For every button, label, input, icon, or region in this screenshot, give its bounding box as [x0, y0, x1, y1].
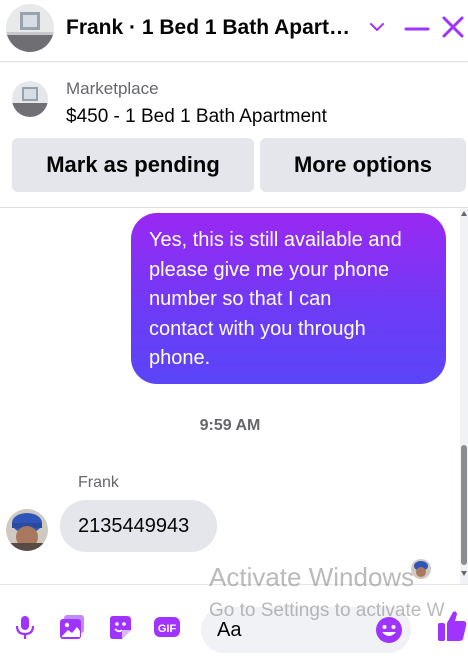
chevron-down-icon[interactable] [368, 18, 386, 36]
sticker-icon[interactable] [106, 613, 134, 641]
photo-icon[interactable] [58, 613, 86, 641]
listing-title[interactable]: $450 - 1 Bed 1 Bath Apartment [66, 106, 327, 128]
more-options-button[interactable]: More options [260, 138, 466, 192]
gif-label: GIF [158, 623, 177, 635]
message-timestamp: 9:59 AM [199, 417, 261, 434]
message-list[interactable]: Yes, this is still available and please … [0, 209, 460, 584]
outgoing-message-line: contact with you through [149, 317, 366, 340]
outgoing-message-line: phone. [149, 347, 211, 369]
message-scrollbar[interactable] [460, 209, 468, 584]
activate-windows-watermark-subtitle: Go to Settings to activate W [209, 600, 445, 621]
incoming-message-bubble[interactable]: 2135449943 [60, 500, 217, 552]
chat-header: Frank · 1 Bed 1 Bath Apart… [0, 0, 468, 62]
gif-icon[interactable]: GIF [153, 613, 181, 641]
marketplace-label: Marketplace [66, 79, 159, 98]
outgoing-message-line: Yes, this is still available and [149, 229, 402, 251]
outgoing-message-bubble[interactable]: Yes, this is still available and please … [131, 213, 446, 384]
close-icon[interactable] [440, 14, 466, 40]
scrollbar-thumb[interactable] [461, 445, 467, 565]
outgoing-message-line: please give me your phone [149, 258, 390, 281]
message-composer: GIF Aa [0, 584, 468, 667]
activate-windows-watermark-title: Activate Windows [209, 562, 415, 592]
message-input-placeholder: Aa [217, 619, 242, 641]
sender-avatar[interactable] [6, 509, 48, 551]
microphone-icon[interactable] [11, 613, 39, 641]
outgoing-message-line: number so that I can [149, 288, 332, 310]
marketplace-card: Marketplace $450 - 1 Bed 1 Bath Apartmen… [0, 63, 468, 208]
scroll-up-arrow-icon[interactable] [461, 211, 467, 216]
divider [0, 207, 468, 208]
mark-as-pending-button[interactable]: Mark as pending [12, 138, 254, 192]
conversation-title[interactable]: Frank · 1 Bed 1 Bath Apart… [66, 16, 350, 40]
listing-photo-avatar[interactable] [6, 4, 54, 52]
scroll-down-arrow-icon[interactable] [461, 571, 467, 576]
minimize-icon[interactable] [404, 16, 430, 40]
listing-thumbnail[interactable] [12, 81, 48, 117]
sender-name: Frank [78, 474, 119, 491]
